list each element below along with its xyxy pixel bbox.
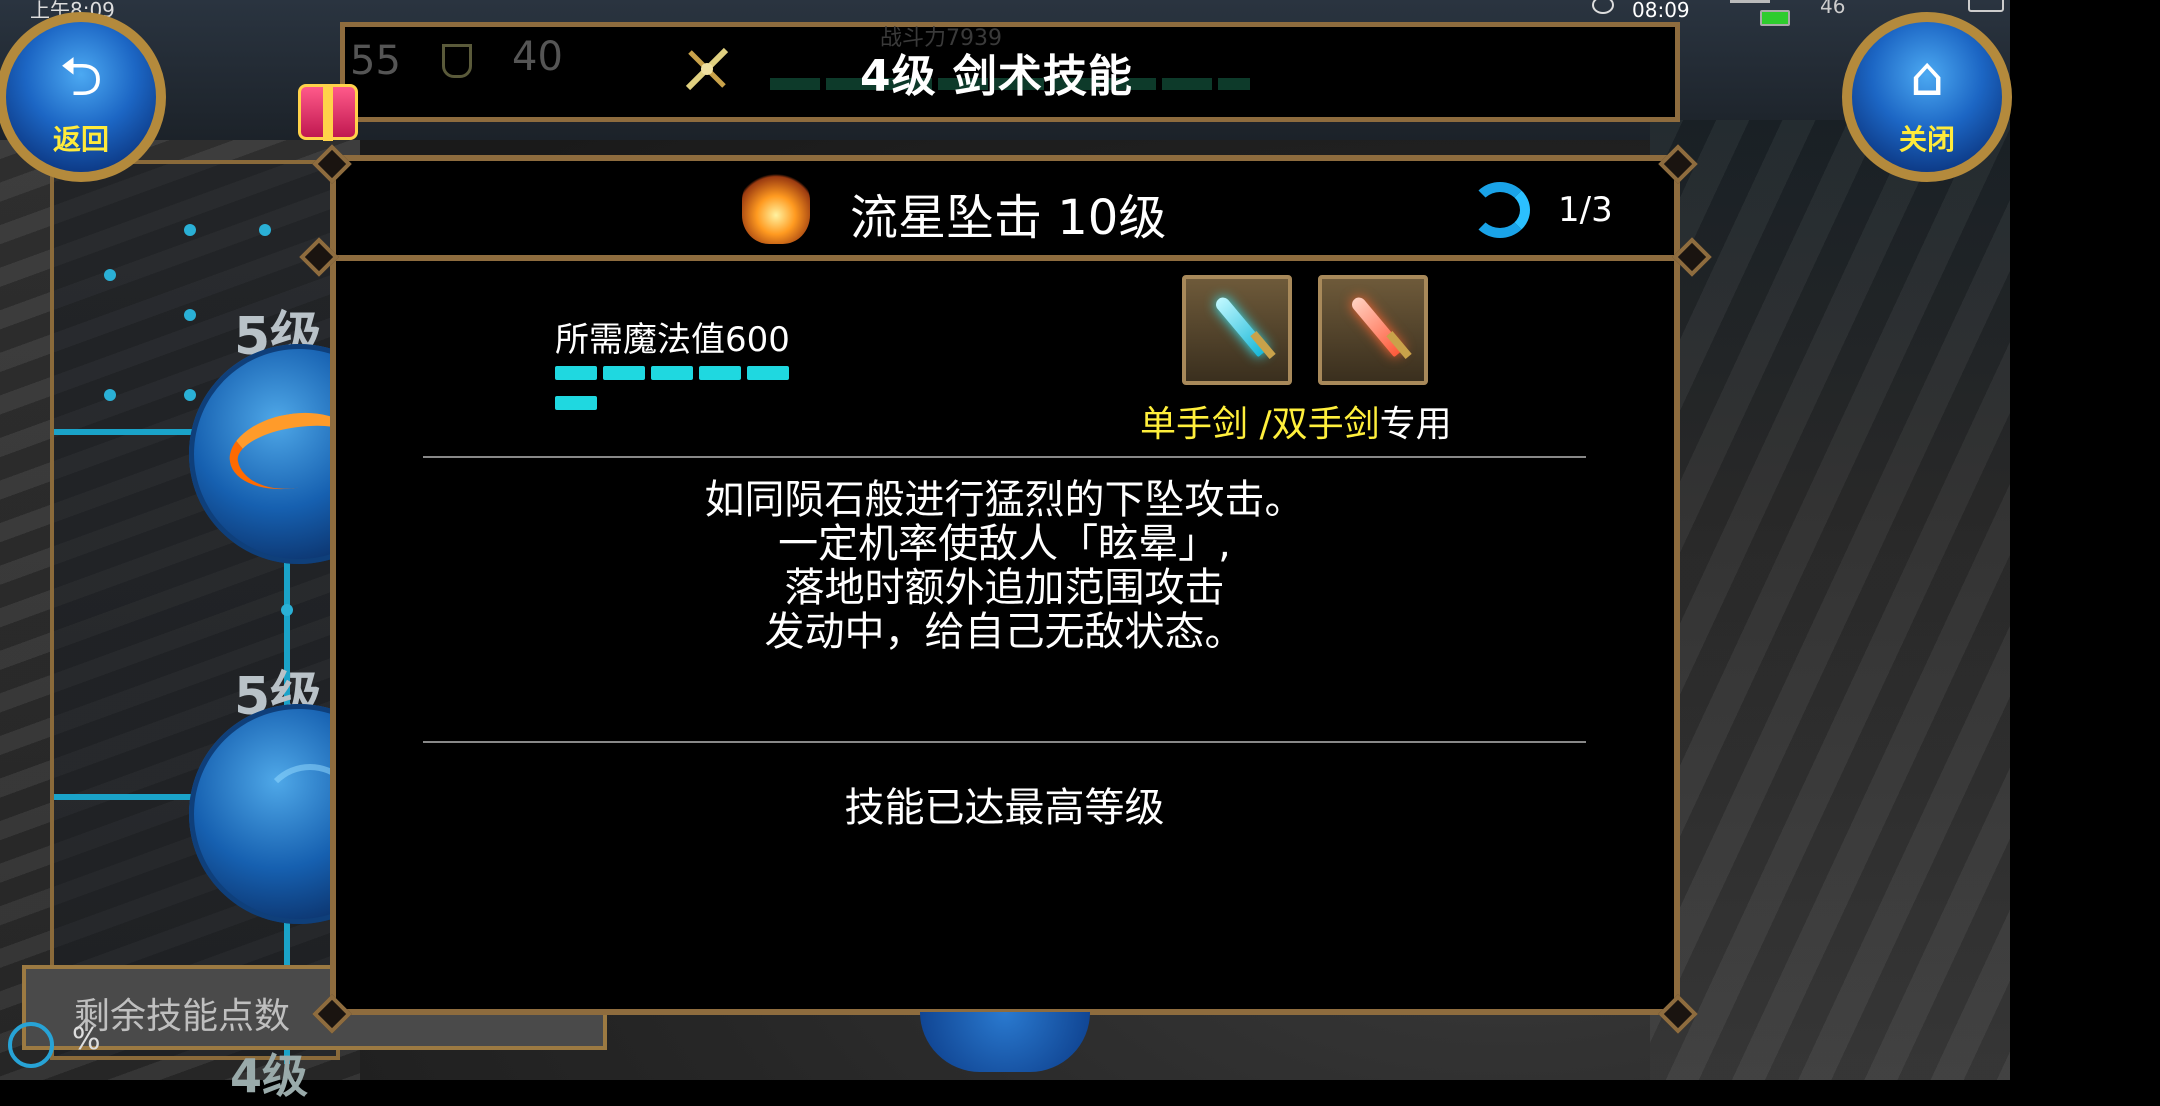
page-indicator: 1/3	[1558, 190, 1613, 230]
status-right-info: 46	[1820, 0, 1846, 18]
potion-icon	[442, 44, 472, 78]
skill-name: 流星坠击 10级	[850, 190, 1167, 246]
tree-node-dot	[259, 224, 271, 236]
back-button-label: 返回	[52, 123, 109, 156]
bottom-level-label: 4级	[230, 1049, 309, 1103]
one-handed-sword-icon	[1182, 275, 1292, 385]
status-bar: 上午8:09 08:09 46	[0, 0, 2010, 26]
return-arrow-icon: ⮌	[59, 45, 103, 108]
remaining-points-label: 剩余技能点数	[74, 996, 291, 1037]
skill-tree-panel: 5级 5级	[50, 160, 409, 1064]
weapon-requirement: 单手剑 /双手剑专用	[1140, 395, 1452, 447]
back-button[interactable]: ⮌ 返回	[0, 12, 166, 182]
hp-value: 40	[512, 34, 563, 80]
dialog-header-separator	[330, 255, 1680, 261]
tree-node-dot	[104, 389, 116, 401]
swords-icon	[685, 47, 729, 91]
mp-bar-segment	[747, 366, 789, 380]
weapon-suffix: 专用	[1379, 404, 1452, 445]
player-stats: 55 40	[342, 34, 602, 88]
experience-ring-icon	[8, 1022, 54, 1068]
mp-value: 55	[350, 38, 401, 84]
tree-node-dot	[184, 389, 196, 401]
tree-node-dot	[184, 309, 196, 321]
mp-bar-segment	[603, 366, 645, 380]
gift-box-icon[interactable]	[298, 84, 358, 141]
weapon-type-one-handed: 单手剑	[1140, 404, 1249, 445]
description-line: 如同陨石般进行猛烈的下坠攻击。	[704, 477, 1305, 523]
home-icon: ⌂	[1909, 45, 1945, 108]
screen-edge-black	[2010, 0, 2160, 1080]
meteor-fire-icon	[742, 172, 810, 244]
tree-node-dot	[184, 224, 196, 236]
battery-outline-icon	[1968, 0, 2004, 12]
description-line: 一定机率使敌人「眩晕」,	[778, 521, 1231, 567]
weapon-separator: /	[1248, 404, 1272, 445]
page-title: 4级 剑术技能	[860, 51, 1133, 102]
close-button[interactable]: ⌂ 关闭	[1842, 12, 2012, 182]
tree-node-dot	[104, 269, 116, 281]
weapon-type-two-handed: 双手剑	[1271, 404, 1380, 445]
mp-cost-bars	[555, 366, 805, 426]
mp-required-label: 所需魔法值600	[555, 320, 790, 360]
skill-description: 如同陨石般进行猛烈的下坠攻击。 一定机率使敌人「眩晕」, 落地时额外追加范围攻击…	[423, 478, 1586, 654]
content-divider	[423, 456, 1586, 458]
mp-bar-segment	[555, 396, 597, 410]
content-divider	[423, 741, 1586, 743]
two-handed-sword-icon	[1318, 275, 1428, 385]
mp-bar-segment	[555, 366, 597, 380]
mp-bar-segment	[651, 366, 693, 380]
refresh-icon[interactable]	[1470, 182, 1530, 238]
battery-icon	[1760, 10, 1790, 26]
description-line: 落地时额外追加范围攻击	[784, 565, 1225, 611]
alarm-icon	[1592, 0, 1614, 14]
status-time: 08:09	[1632, 0, 1690, 22]
close-button-label: 关闭	[1898, 123, 1955, 156]
description-line: 发动中，给自己无敌状态。	[764, 609, 1245, 655]
experience-percent: %	[72, 1022, 101, 1057]
mp-bar-segment	[699, 366, 741, 380]
max-level-text: 技能已达最高等级	[844, 785, 1165, 831]
tree-node-dot	[281, 604, 293, 616]
